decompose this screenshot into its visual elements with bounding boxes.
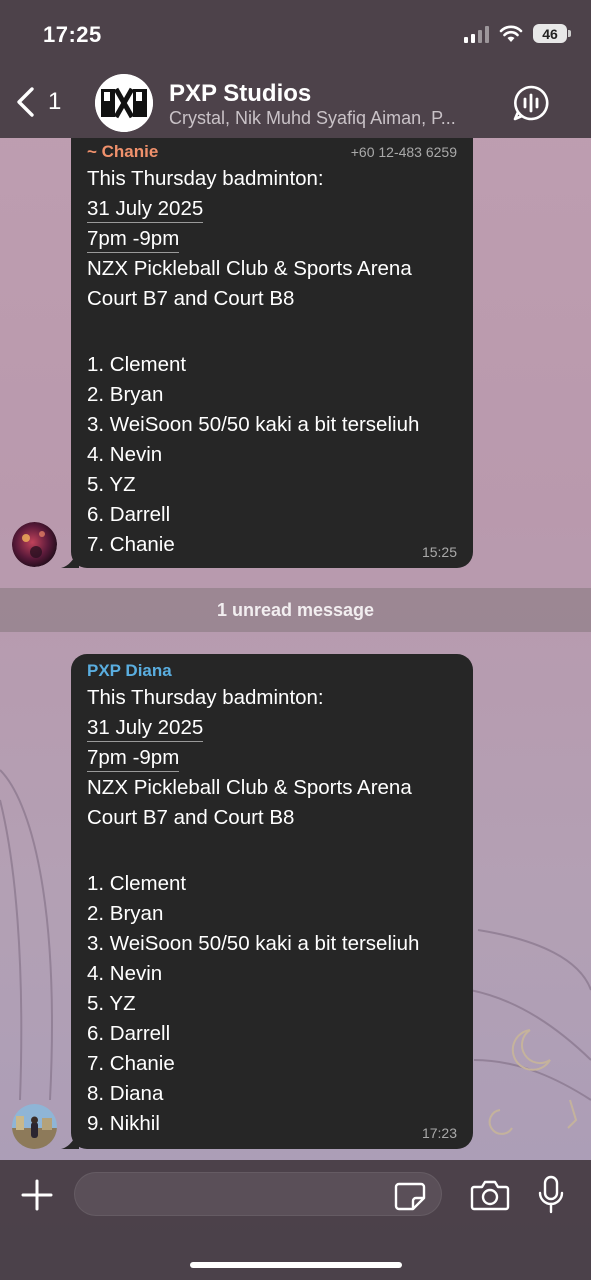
message-composer (0, 1160, 591, 1280)
message-bubble[interactable]: PXP Diana This Thursday badminton: 31 Ju… (61, 654, 473, 1149)
camera-icon[interactable] (470, 1179, 510, 1211)
message-line: NZX Pickleball Club & Sports Arena (87, 257, 412, 280)
status-icons: 46 (464, 24, 571, 43)
list-item: 9. Nikhil (87, 1112, 160, 1135)
chat-members-subtitle[interactable]: Crystal, Nik Muhd Syafiq Aiman, P... (169, 108, 456, 129)
time-range-text[interactable]: 7pm -9pm (87, 746, 180, 772)
message-line: Court B7 and Court B8 (87, 287, 295, 310)
list-item: 3. WeiSoon 50/50 kaki a bit terseliuh (87, 413, 420, 436)
sender-name[interactable]: ~ Chanie (87, 140, 158, 164)
battery-icon: 46 (533, 24, 571, 43)
message-time-link[interactable]: 7pm -9pm (87, 224, 457, 254)
status-time: 17:25 (43, 22, 102, 47)
list-item: 5. YZ (87, 473, 136, 496)
bubble-tail (61, 550, 79, 568)
signal-icon (464, 25, 489, 43)
chat-header: 17:25 46 1 PXP Studios Crystal, Nik Muhd… (0, 0, 591, 138)
date-text[interactable]: 31 July 2025 (87, 716, 204, 742)
list-item: 7. Chanie (87, 533, 175, 556)
message-time-link[interactable]: 7pm -9pm (87, 743, 457, 773)
date-text[interactable]: 31 July 2025 (87, 197, 204, 223)
message-line: Court B7 and Court B8 (87, 806, 295, 829)
list-item: 2. Bryan (87, 383, 164, 406)
avatar[interactable] (12, 522, 57, 567)
back-button[interactable]: 1 (12, 86, 61, 118)
bubble-tail (61, 1131, 79, 1149)
message-date-link[interactable]: 31 July 2025 (87, 713, 457, 743)
pxp-logo-icon (95, 74, 153, 132)
list-item: 1. Clement (87, 872, 187, 895)
unread-count: 1 (48, 88, 62, 115)
list-item: 8. Diana (87, 1082, 164, 1105)
list-item: 4. Nevin (87, 962, 163, 985)
back-chevron-icon (17, 87, 34, 117)
list-item: 4. Nevin (87, 443, 163, 466)
list-item: 6. Darrell (87, 503, 171, 526)
list-item: 3. WeiSoon 50/50 kaki a bit terseliuh (87, 932, 420, 955)
sender-name[interactable]: PXP Diana (87, 659, 172, 683)
message-line: NZX Pickleball Club & Sports Arena (87, 776, 412, 799)
home-indicator[interactable] (190, 1262, 402, 1268)
microphone-icon[interactable] (537, 1175, 565, 1215)
wifi-icon (499, 25, 523, 42)
list-item: 7. Chanie (87, 1052, 175, 1075)
chat-title[interactable]: PXP Studios (169, 80, 311, 108)
group-avatar[interactable] (95, 74, 153, 132)
sender-phone: +60 12-483 6259 (350, 144, 457, 160)
sticker-icon[interactable] (394, 1181, 426, 1211)
message-line: This Thursday badminton: (87, 686, 324, 709)
unread-divider: 1 unread message (0, 588, 591, 632)
list-item: 6. Darrell (87, 1022, 171, 1045)
message-input[interactable] (74, 1172, 442, 1216)
message-date-link[interactable]: 31 July 2025 (87, 194, 457, 224)
message-line: This Thursday badminton: (87, 167, 324, 190)
list-item: 2. Bryan (87, 902, 164, 925)
message-bubble[interactable]: ~ Chanie +60 12-483 6259 This Thursday b… (61, 138, 473, 568)
plus-icon[interactable] (20, 1178, 54, 1212)
avatar[interactable] (12, 1104, 57, 1149)
message-timestamp: 15:25 (421, 544, 457, 560)
list-item: 5. YZ (87, 992, 136, 1015)
list-item: 1. Clement (87, 353, 187, 376)
voice-chat-icon[interactable] (512, 84, 550, 122)
message-timestamp: 17:23 (421, 1125, 457, 1141)
time-range-text[interactable]: 7pm -9pm (87, 227, 180, 253)
